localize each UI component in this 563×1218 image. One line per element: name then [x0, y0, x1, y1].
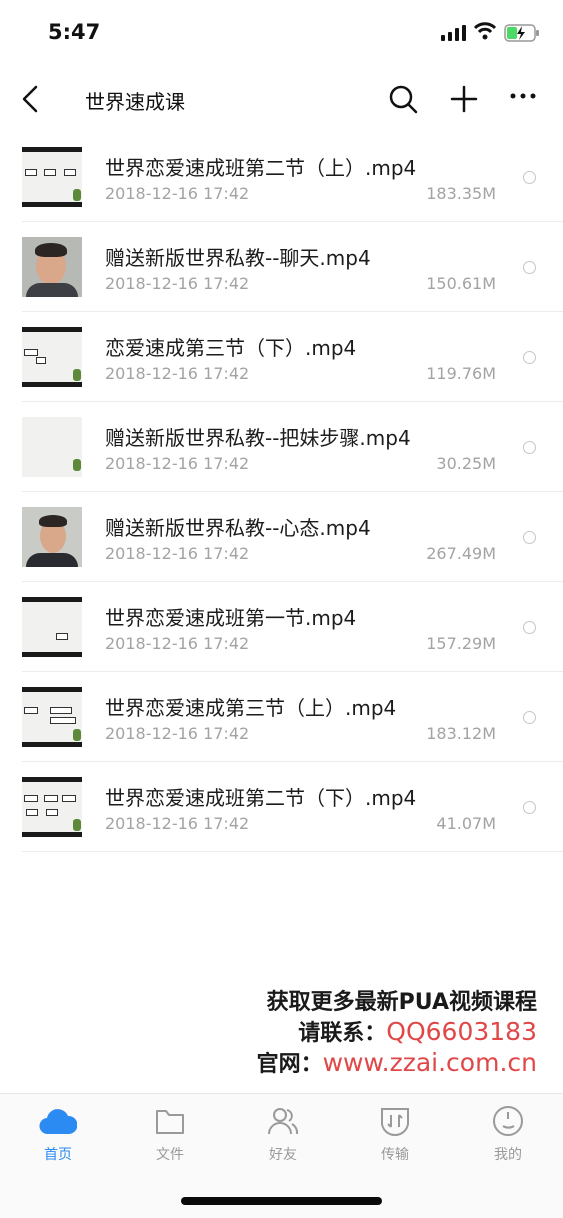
more-icon[interactable] — [509, 92, 537, 100]
promo-contact-label: 请联系： — [298, 1021, 387, 1046]
promo-site-value: www.zzai.com.cn — [322, 1048, 537, 1077]
file-size: 267.49M — [426, 544, 496, 563]
promo-line-1: 获取更多最新PUA视频课程 — [266, 990, 537, 1015]
file-list: 世界恋爱速成班第二节（上）.mp4 2018-12-16 17:42 183.3… — [0, 132, 563, 852]
select-radio[interactable] — [523, 351, 536, 364]
video-thumbnail — [22, 417, 82, 477]
tab-profile[interactable]: 我的 — [468, 1104, 548, 1164]
file-name: 世界恋爱速成班第一节.mp4 — [105, 606, 357, 630]
file-name: 赠送新版世界私教--聊天.mp4 — [105, 246, 371, 270]
friends-icon — [268, 1108, 299, 1135]
video-thumbnail — [22, 597, 82, 657]
file-size: 157.29M — [426, 634, 496, 653]
file-row[interactable]: 世界恋爱速成班第二节（上）.mp4 2018-12-16 17:42 183.3… — [0, 132, 563, 222]
file-size: 183.35M — [426, 184, 496, 203]
select-radio[interactable] — [523, 621, 536, 634]
transfer-icon — [381, 1108, 409, 1137]
select-radio[interactable] — [523, 531, 536, 544]
video-thumbnail — [22, 777, 82, 837]
tab-label: 好友 — [269, 1147, 297, 1163]
promo-line-2: 请联系：QQ6603183 — [257, 1017, 537, 1048]
file-row[interactable]: 赠送新版世界私教--把妹步骤.mp4 2018-12-16 17:42 30.2… — [0, 402, 563, 492]
tab-label: 我的 — [494, 1147, 522, 1163]
tab-label: 文件 — [156, 1147, 184, 1163]
file-date: 2018-12-16 17:42 — [105, 274, 250, 293]
select-radio[interactable] — [523, 801, 536, 814]
select-radio[interactable] — [523, 171, 536, 184]
file-date: 2018-12-16 17:42 — [105, 634, 250, 653]
add-icon[interactable] — [449, 84, 479, 114]
back-arrow-icon[interactable] — [18, 84, 44, 114]
file-date: 2018-12-16 17:42 — [105, 184, 250, 203]
file-name: 世界恋爱速成班第二节（下）.mp4 — [105, 786, 417, 810]
promo-line-3: 官网：www.zzai.com.cn — [257, 1048, 537, 1079]
promo-text: 获取更多最新PUA视频课程 请联系：QQ6603183 官网：www.zzai.… — [257, 988, 537, 1079]
file-size: 183.12M — [426, 724, 496, 743]
tab-label: 首页 — [44, 1147, 72, 1163]
file-name: 恋爱速成第三节（下）.mp4 — [105, 336, 357, 360]
tab-label: 传输 — [381, 1147, 409, 1163]
select-radio[interactable] — [523, 711, 536, 724]
status-time: 5:47 — [48, 20, 101, 44]
cloud-icon — [39, 1109, 77, 1135]
file-row[interactable]: 世界恋爱速成班第二节（下）.mp4 2018-12-16 17:42 41.07… — [0, 762, 563, 852]
home-indicator[interactable] — [181, 1197, 382, 1205]
file-size: 150.61M — [426, 274, 496, 293]
search-icon[interactable] — [388, 84, 418, 114]
file-name: 世界恋爱速成第三节（上）.mp4 — [105, 696, 397, 720]
file-name: 赠送新版世界私教--把妹步骤.mp4 — [105, 426, 411, 450]
select-radio[interactable] — [523, 261, 536, 274]
tab-files[interactable]: 文件 — [130, 1104, 210, 1164]
battery-charging-icon — [504, 24, 539, 42]
tab-transfer[interactable]: 传输 — [355, 1104, 435, 1164]
file-date: 2018-12-16 17:42 — [105, 454, 250, 473]
tab-home[interactable]: 首页 — [18, 1104, 98, 1164]
video-thumbnail — [22, 327, 82, 387]
cellular-signal-icon — [441, 25, 466, 41]
bottom-safe-area — [0, 1174, 563, 1218]
video-thumbnail — [22, 147, 82, 207]
video-thumbnail — [22, 507, 82, 567]
file-size: 119.76M — [426, 364, 496, 383]
file-date: 2018-12-16 17:42 — [105, 364, 250, 383]
promo-site-label: 官网： — [256, 1052, 323, 1077]
video-thumbnail — [22, 687, 82, 747]
file-name: 世界恋爱速成班第二节（上）.mp4 — [105, 156, 417, 180]
file-date: 2018-12-16 17:42 — [105, 544, 250, 563]
file-name: 赠送新版世界私教--心态.mp4 — [105, 516, 371, 540]
file-row[interactable]: 世界恋爱速成第三节（上）.mp4 2018-12-16 17:42 183.12… — [0, 672, 563, 762]
folder-icon — [156, 1110, 184, 1134]
video-thumbnail — [22, 237, 82, 297]
page-title: 世界速成课 — [85, 90, 185, 114]
file-row[interactable]: 赠送新版世界私教--心态.mp4 2018-12-16 17:42 267.49… — [0, 492, 563, 582]
profile-icon — [493, 1106, 523, 1136]
file-row[interactable]: 世界恋爱速成班第一节.mp4 2018-12-16 17:42 157.29M — [0, 582, 563, 672]
file-size: 41.07M — [436, 814, 496, 833]
file-row[interactable]: 赠送新版世界私教--聊天.mp4 2018-12-16 17:42 150.61… — [0, 222, 563, 312]
status-bar: 5:47 — [0, 0, 563, 68]
file-date: 2018-12-16 17:42 — [105, 814, 250, 833]
file-date: 2018-12-16 17:42 — [105, 724, 250, 743]
tab-bar: 首页 文件 好友 传输 我的 — [0, 1093, 563, 1174]
select-radio[interactable] — [523, 441, 536, 454]
tab-friends[interactable]: 好友 — [243, 1104, 323, 1164]
file-row[interactable]: 恋爱速成第三节（下）.mp4 2018-12-16 17:42 119.76M — [0, 312, 563, 402]
wifi-icon — [474, 22, 496, 40]
nav-bar: 世界速成课 — [0, 68, 563, 130]
file-size: 30.25M — [436, 454, 496, 473]
promo-contact-value: QQ6603183 — [386, 1017, 537, 1046]
divider — [22, 851, 563, 852]
